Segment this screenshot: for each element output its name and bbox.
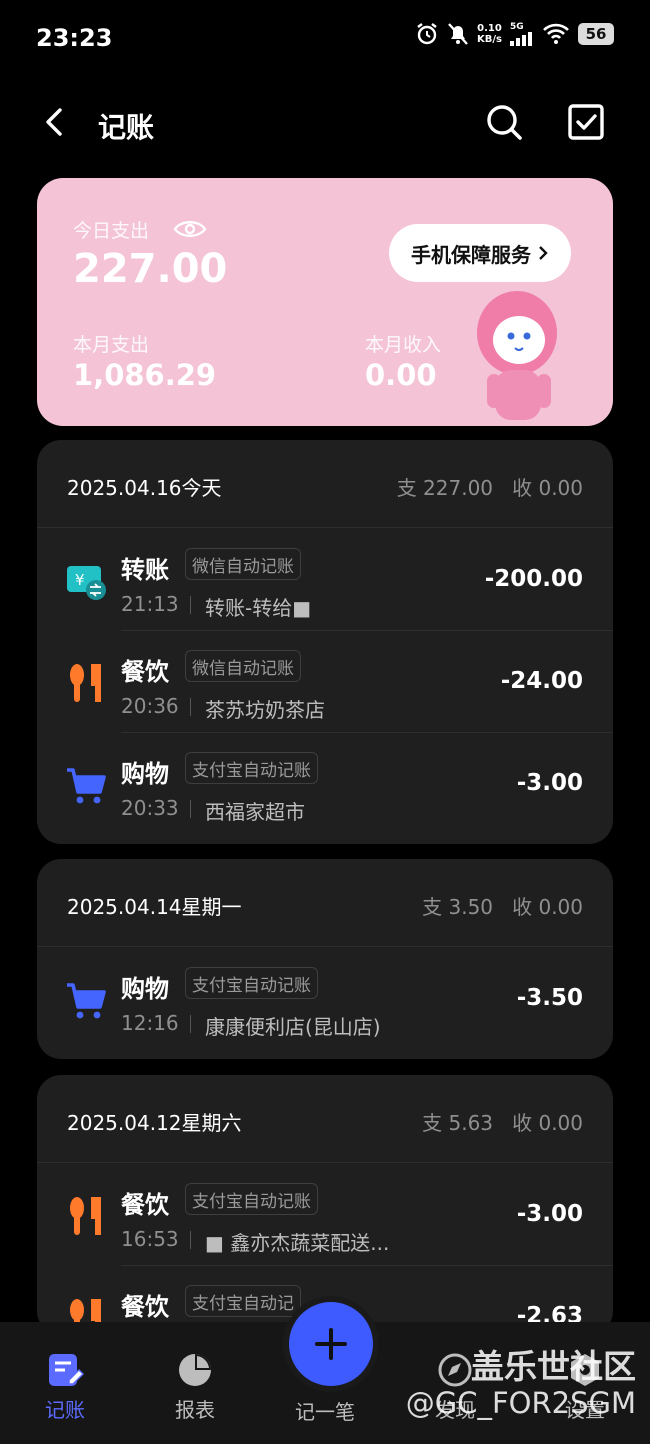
day-date: 2025.04.12星期六 <box>67 1111 242 1135</box>
back-icon[interactable] <box>38 104 74 140</box>
day-date: 2025.04.14星期一 <box>67 895 242 919</box>
transaction-time: 21:13 <box>121 592 179 616</box>
transaction-amount: -3.00 <box>516 1201 583 1227</box>
month-expense-label: 本月支出 <box>73 334 150 356</box>
pie-chart-icon <box>179 1354 211 1386</box>
transaction-desc: 转账-转给■ <box>205 596 312 620</box>
month-income-label: 本月收入 <box>365 334 442 356</box>
today-expense-value: 227.00 <box>73 246 228 292</box>
auto-record-tag: 支付宝自动记账 <box>185 967 318 999</box>
transaction-category: 餐饮 <box>121 1293 169 1321</box>
transaction-row[interactable]: 购物 支付宝自动记账 20:33 西福家超市 -3.00 <box>37 732 613 834</box>
transaction-category: 餐饮 <box>121 658 169 686</box>
day-date: 2025.04.16今天 <box>67 476 222 500</box>
transaction-category: 购物 <box>121 760 169 788</box>
cart-icon <box>67 768 106 804</box>
signal-icon: 5G <box>510 22 534 46</box>
transaction-desc: 西福家超市 <box>205 800 305 824</box>
transaction-time: 20:33 <box>121 796 179 820</box>
month-expense-value: 1,086.29 <box>73 358 217 392</box>
transaction-desc: 康康便利店(昆山店) <box>205 1015 381 1039</box>
transaction-desc: 茶苏坊奶茶店 <box>205 698 325 722</box>
status-bar: 23:23 0.10 KB/s 5G 56 <box>0 0 650 78</box>
day-group-card: 2025.04.16今天 支 227.00 收 0.00 ¥ 转账 微信自动记账… <box>37 440 613 844</box>
summary-card: 今日支出 227.00 本月支出 1,086.29 本月收入 0.00 手机保障… <box>37 178 613 426</box>
month-income-value: 0.00 <box>365 358 437 392</box>
wifi-icon <box>543 23 569 44</box>
transaction-amount: -3.50 <box>516 985 583 1011</box>
auto-record-tag: 支付宝自动记 <box>185 1285 301 1317</box>
day-summary: 支 3.50 收 0.00 <box>422 895 583 919</box>
transaction-row[interactable]: 购物 支付宝自动记账 12:16 康康便利店(昆山店) -3.50 <box>37 947 613 1049</box>
transaction-amount: -3.00 <box>516 770 583 796</box>
mute-bell-icon <box>448 23 468 45</box>
transaction-time: 12:16 <box>121 1011 179 1035</box>
transaction-category: 购物 <box>121 975 169 1003</box>
alarm-icon <box>417 23 437 45</box>
today-expense-label: 今日支出 <box>73 220 150 242</box>
add-record-label: 记一笔 <box>295 1400 355 1424</box>
transaction-desc: ■ 鑫亦杰蔬菜配送... <box>205 1231 390 1255</box>
search-icon[interactable] <box>484 102 524 142</box>
compass-icon <box>438 1353 472 1387</box>
transaction-row[interactable]: 餐饮 支付宝自动记账 16:53 ■ 鑫亦杰蔬菜配送... -3.00 <box>37 1163 613 1265</box>
app-header: 记账 <box>0 88 650 158</box>
battery-indicator: 56 <box>578 23 614 45</box>
phone-protection-service-button[interactable]: 手机保障服务 <box>389 224 571 282</box>
chevron-right-icon <box>539 246 548 260</box>
auto-record-tag: 微信自动记账 <box>185 650 301 682</box>
cart-icon <box>67 983 106 1019</box>
checklist-icon[interactable] <box>566 102 606 142</box>
separator <box>190 800 191 818</box>
net-speed: 0.10 KB/s <box>477 23 502 45</box>
eye-icon[interactable] <box>173 218 207 240</box>
day-group-header: 2025.04.12星期六 支 5.63 收 0.00 <box>37 1075 613 1163</box>
auto-record-tag: 支付宝自动记账 <box>185 752 318 784</box>
day-group-header: 2025.04.14星期一 支 3.50 收 0.00 <box>37 859 613 947</box>
day-group-card: 2025.04.14星期一 支 3.50 收 0.00 购物 支付宝自动记账 1… <box>37 859 613 1059</box>
auto-record-tag: 支付宝自动记账 <box>185 1183 318 1215</box>
nav-item-bookkeeping[interactable]: 记账 <box>15 1352 115 1423</box>
nav-label: 报表 <box>175 1398 215 1422</box>
plus-icon <box>315 1328 347 1360</box>
transaction-row[interactable]: ¥ 转账 微信自动记账 21:13 转账-转给■ -200.00 <box>37 528 613 630</box>
transaction-category: 转账 <box>121 556 169 584</box>
status-time: 23:23 <box>36 24 113 52</box>
nav-label: 记账 <box>45 1398 85 1422</box>
service-button-label: 手机保障服务 <box>411 242 531 267</box>
day-summary: 支 227.00 收 0.00 <box>396 476 583 500</box>
day-group-header: 2025.04.16今天 支 227.00 收 0.00 <box>37 440 613 528</box>
transaction-category: 餐饮 <box>121 1191 169 1219</box>
transaction-time: 20:36 <box>121 694 179 718</box>
separator <box>190 698 191 716</box>
separator <box>190 596 191 614</box>
dining-icon <box>70 1197 101 1235</box>
page-title: 记账 <box>98 111 155 144</box>
nav-item-reports[interactable]: 报表 <box>145 1352 245 1423</box>
transaction-time: 16:53 <box>121 1227 179 1251</box>
ledger-icon <box>49 1354 85 1386</box>
mascot-illustration <box>477 291 557 420</box>
status-icons: 0.10 KB/s 5G 56 <box>415 22 614 46</box>
separator <box>190 1015 191 1033</box>
transfer-icon: ¥ <box>67 566 106 600</box>
separator <box>190 1231 191 1249</box>
dining-icon <box>70 664 101 702</box>
transaction-row[interactable]: 餐饮 微信自动记账 20:36 茶苏坊奶茶店 -24.00 <box>37 630 613 732</box>
auto-record-tag: 微信自动记账 <box>185 548 301 580</box>
add-record-button[interactable] <box>283 1296 379 1392</box>
transaction-amount: -24.00 <box>500 668 583 694</box>
svg-text:¥: ¥ <box>75 571 85 589</box>
watermark-title: 盖乐世社区 <box>471 1347 636 1386</box>
transaction-amount: -200.00 <box>484 566 583 592</box>
day-summary: 支 5.63 收 0.00 <box>422 1111 583 1135</box>
watermark-handle: @GC_FOR2SGM <box>405 1386 636 1420</box>
